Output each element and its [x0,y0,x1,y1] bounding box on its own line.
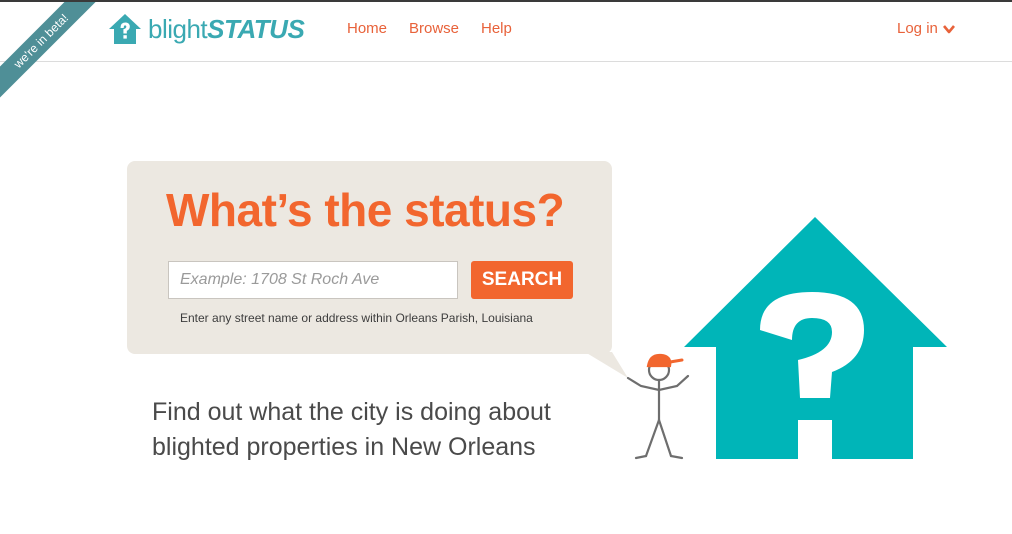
login-menu[interactable]: Log in [897,20,955,37]
illustration [626,217,947,460]
nav-help-link[interactable]: Help [481,20,512,37]
brand-part-1: blight [148,13,208,44]
search-button[interactable]: SEARCH [471,261,573,299]
brand-name: blightSTATUS [148,13,305,45]
brand-part-2: STATUS [207,13,305,44]
stick-figure [626,353,690,460]
beta-ribbon: we're in beta! [0,2,110,112]
nav-home-link[interactable]: Home [347,20,387,37]
address-search-input[interactable] [168,261,458,299]
site-logo[interactable]: blightSTATUS [108,9,305,49]
beta-ribbon-text: we're in beta! [0,2,102,102]
hero-tagline: Find out what the city is doing about bl… [152,398,551,461]
chevron-down-icon [942,24,955,33]
house-question-icon [109,14,141,44]
nav-browse-link[interactable]: Browse [409,20,459,37]
login-label: Log in [897,20,938,37]
search-hint: Enter any street name or address within … [180,311,533,325]
house-question-icon [684,217,947,460]
hero-headline: What’s the status? [166,184,565,236]
